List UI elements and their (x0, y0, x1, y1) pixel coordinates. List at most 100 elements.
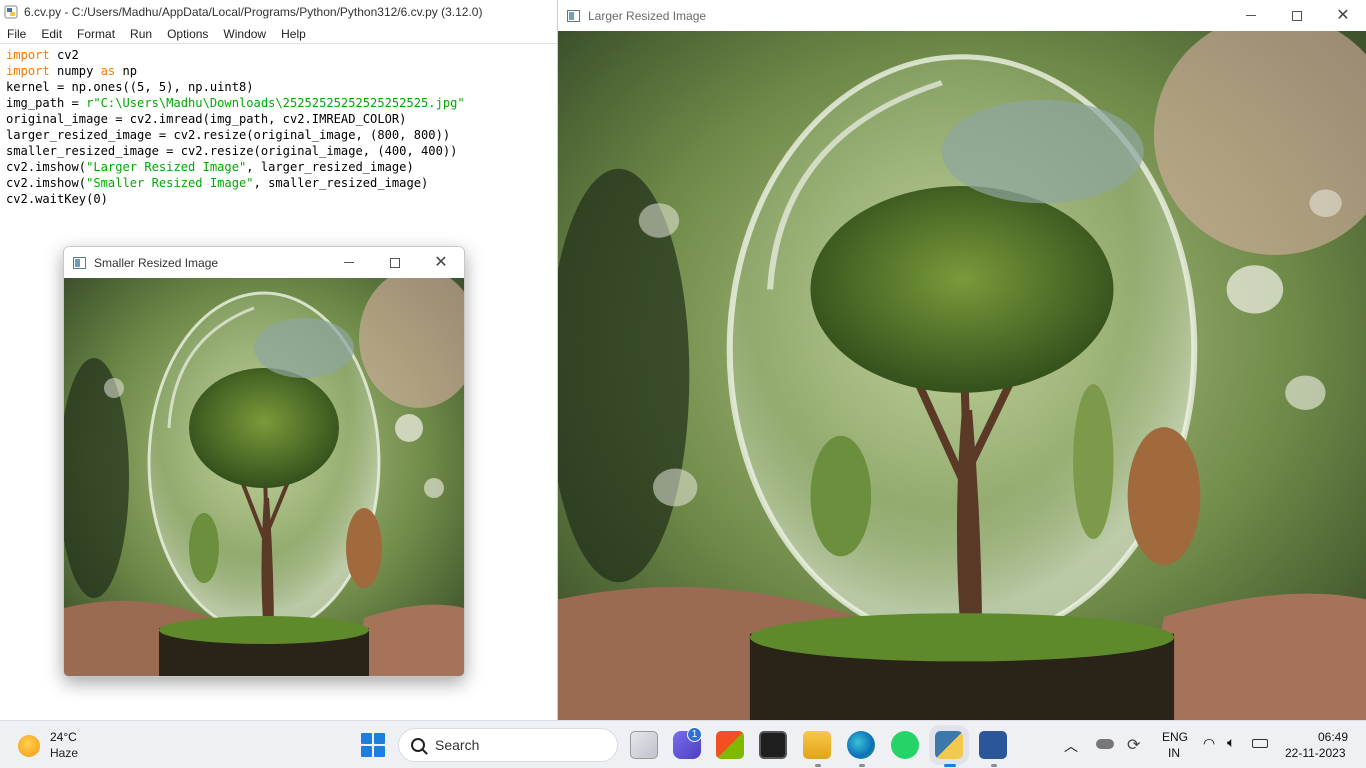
windows-logo-icon (361, 733, 372, 744)
task-view-icon[interactable] (630, 731, 658, 759)
volume-icon[interactable]: 🔈︎ (1227, 734, 1235, 751)
smaller-resized-image (64, 278, 464, 676)
microsoft-store-icon[interactable] (716, 731, 744, 759)
window-app-icon (73, 256, 86, 269)
keyword: import (6, 64, 50, 78)
language-top[interactable]: ENG (1162, 730, 1188, 744)
minimize-button[interactable] (1228, 0, 1274, 31)
menu-window[interactable]: Window (216, 27, 274, 41)
larger-image-window: Larger Resized Image ✕ (557, 0, 1366, 720)
desktop: 6.cv.py - C:/Users/Madhu/AppData/Local/P… (0, 0, 1366, 768)
code-line: cv2.imshow("Larger Resized Image", large… (6, 159, 559, 175)
code-line: import cv2 (6, 47, 559, 63)
code-text: larger_resized_image = cv2.resize(origin… (6, 128, 451, 142)
menu-help[interactable]: Help (274, 27, 314, 41)
running-indicator (991, 764, 997, 767)
maximize-button[interactable] (1274, 0, 1320, 31)
code-text: np (115, 64, 138, 78)
close-button[interactable]: ✕ (418, 247, 464, 278)
maximize-icon (390, 257, 400, 268)
menu-run[interactable]: Run (123, 27, 160, 41)
code-text: cv2.imshow( (6, 176, 87, 190)
weather-icon (18, 735, 40, 757)
code-line: smaller_resized_image = cv2.resize(origi… (6, 143, 559, 159)
code-text: img_path = (6, 96, 87, 110)
minimize-button[interactable] (326, 247, 372, 278)
maximize-icon (1292, 10, 1302, 21)
string-literal: "Smaller Resized Image" (86, 176, 254, 190)
menu-edit[interactable]: Edit (34, 27, 70, 41)
code-line: original_image = cv2.imread(img_path, cv… (6, 111, 559, 127)
menu-format[interactable]: Format (70, 27, 123, 41)
taskbar: 24°C Haze Search 1 ︿ ⟳ ENG IN ◠ 🔈︎ 06:49… (0, 720, 1366, 768)
start-button[interactable] (361, 733, 385, 757)
word-icon[interactable] (979, 731, 1007, 759)
windows-logo-icon (374, 746, 385, 757)
weather-widget[interactable]: 24°C Haze (14, 727, 134, 763)
minimize-icon (344, 262, 354, 263)
minimize-icon (1246, 15, 1256, 16)
keyword: as (100, 64, 116, 78)
battery-icon[interactable] (1252, 739, 1268, 748)
idle-menubar: File Edit Format Run Options Window Help (0, 24, 559, 44)
running-indicator (815, 764, 821, 767)
running-indicator (859, 764, 865, 767)
code-line: import numpy as np (6, 63, 559, 79)
terminal-icon[interactable] (759, 731, 787, 759)
code-text: original_image = cv2.imread(img_path, cv… (6, 112, 407, 126)
code-text: numpy (49, 64, 101, 78)
clock-date[interactable]: 22-11-2023 (1285, 746, 1346, 760)
string-literal: r"C:\Users\Madhu\Downloads\2525252525252… (86, 96, 465, 110)
larger-resized-image (558, 31, 1366, 720)
code-line: larger_resized_image = cv2.resize(origin… (6, 127, 559, 143)
smaller-image-window: Smaller Resized Image ✕ (63, 246, 465, 677)
file-explorer-icon[interactable] (803, 731, 831, 759)
string-literal: "Larger Resized Image" (86, 160, 247, 174)
whatsapp-icon[interactable] (891, 731, 919, 759)
python-file-icon (4, 5, 18, 19)
code-line: kernel = np.ones((5, 5), np.uint8) (6, 79, 559, 95)
idle-title-text: 6.cv.py - C:/Users/Madhu/AppData/Local/P… (24, 5, 483, 19)
code-line: cv2.waitKey(0) (6, 191, 559, 207)
keyword: import (6, 48, 50, 62)
clock-time[interactable]: 06:49 (1318, 730, 1348, 744)
windows-logo-icon (361, 746, 372, 757)
language-bottom[interactable]: IN (1168, 746, 1180, 760)
active-indicator (944, 764, 956, 767)
code-text: , smaller_resized_image) (253, 176, 429, 190)
window-controls: ✕ (326, 247, 464, 278)
close-button[interactable]: ✕ (1320, 0, 1366, 31)
smaller-window-title: Smaller Resized Image (94, 255, 219, 270)
window-app-icon (567, 9, 580, 22)
close-icon: ✕ (1336, 6, 1350, 24)
window-controls: ✕ (1228, 0, 1366, 31)
larger-window-titlebar[interactable]: Larger Resized Image ✕ (558, 0, 1366, 31)
smaller-window-titlebar[interactable]: Smaller Resized Image ✕ (64, 247, 464, 278)
edge-browser-icon[interactable] (847, 731, 875, 759)
show-hidden-icons-chevron-icon[interactable]: ︿ (1064, 736, 1078, 756)
menu-options[interactable]: Options (160, 27, 216, 41)
code-line: img_path = r"C:\Users\Madhu\Downloads\25… (6, 95, 559, 111)
onedrive-cloud-icon[interactable] (1096, 739, 1114, 749)
maximize-button[interactable] (372, 247, 418, 278)
code-text: cv2.waitKey(0) (6, 192, 108, 206)
sync-icon[interactable]: ⟳ (1127, 735, 1140, 755)
code-text: cv2 (49, 48, 79, 62)
code-text: , larger_resized_image) (246, 160, 414, 174)
python-idle-icon[interactable] (929, 725, 969, 765)
wifi-icon[interactable]: ◠ (1203, 735, 1215, 752)
menu-file[interactable]: File (0, 27, 34, 41)
close-icon: ✕ (434, 253, 448, 271)
code-line: cv2.imshow("Smaller Resized Image", smal… (6, 175, 559, 191)
code-text: kernel = np.ones((5, 5), np.uint8) (6, 80, 254, 94)
taskbar-search[interactable]: Search (398, 728, 618, 762)
notification-badge: 1 (687, 727, 702, 742)
larger-window-title: Larger Resized Image (588, 8, 707, 23)
code-text: smaller_resized_image = cv2.resize(origi… (6, 144, 458, 158)
search-icon (411, 738, 425, 752)
weather-temp: 24°C (50, 730, 77, 744)
code-editor[interactable]: import cv2 import numpy as np kernel = np.… (0, 44, 559, 207)
search-label: Search (435, 737, 480, 753)
windows-logo-icon (374, 733, 385, 744)
idle-titlebar[interactable]: 6.cv.py - C:/Users/Madhu/AppData/Local/P… (0, 0, 559, 24)
